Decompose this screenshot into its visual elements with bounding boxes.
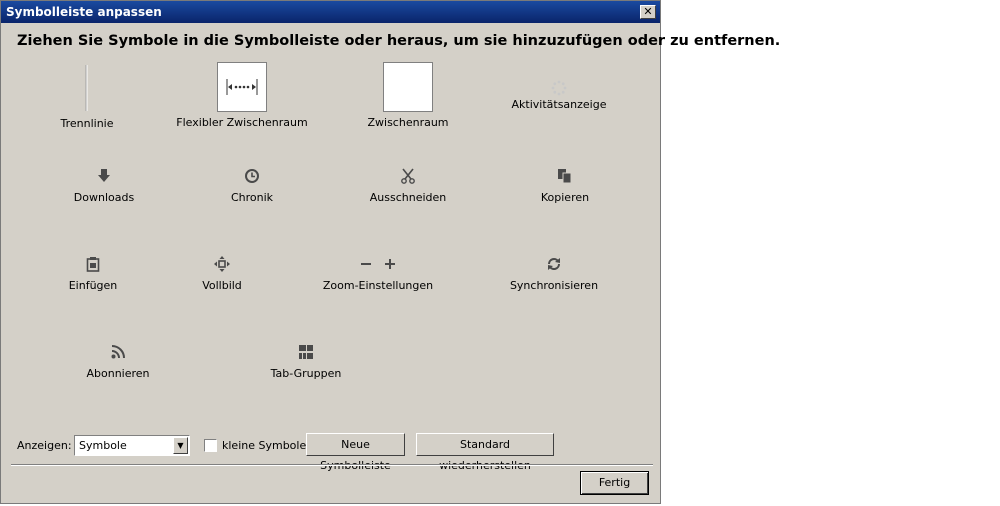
fullscreen-icon <box>214 256 230 272</box>
space-icon <box>383 62 433 112</box>
item-label: Chronik <box>230 191 274 204</box>
title-bar[interactable]: Symbolleiste anpassen ✕ <box>1 1 660 23</box>
item-label: Downloads <box>73 191 135 204</box>
item-label: Synchronisieren <box>509 279 599 292</box>
palette-item-copy[interactable]: Kopieren <box>490 168 640 204</box>
sync-icon <box>548 258 560 270</box>
palette-item-flexible-space[interactable]: Flexibler Zwischenraum <box>167 62 317 129</box>
palette-item-separator[interactable]: Trennlinie <box>12 63 162 130</box>
item-label: Flexibler Zwischenraum <box>176 116 308 129</box>
item-label: Aktivitätsanzeige <box>511 98 607 111</box>
palette-item-activity[interactable]: Aktivitätsanzeige <box>484 80 634 111</box>
footer-separator <box>11 464 653 466</box>
palette-item-paste[interactable]: Einfügen <box>18 256 168 292</box>
rss-feed-icon <box>111 345 125 359</box>
palette-item-space[interactable]: Zwischenraum <box>333 62 483 129</box>
palette-item-fullscreen[interactable]: Vollbild <box>147 256 297 292</box>
palette-item-subscribe[interactable]: Abonnieren <box>43 344 193 380</box>
small-icons-checkbox[interactable] <box>204 439 217 452</box>
separator-icon <box>85 65 88 111</box>
palette-item-downloads[interactable]: Downloads <box>29 168 179 204</box>
new-toolbar-button[interactable]: Neue Symbolleiste <box>306 433 405 472</box>
zoom-controls-icon <box>361 259 395 269</box>
item-label: Zwischenraum <box>367 116 449 129</box>
instruction-heading: Ziehen Sie Symbole in die Symbolleiste o… <box>17 33 781 49</box>
palette-item-sync[interactable]: Synchronisieren <box>479 256 629 292</box>
small-icons-label[interactable]: kleine Symbole <box>222 439 306 452</box>
download-arrow-icon <box>98 169 110 182</box>
show-label: Anzeigen: <box>17 439 72 452</box>
spinner-icon <box>551 80 567 96</box>
window-title: Symbolleiste anpassen <box>6 5 162 19</box>
dropdown-arrow-icon[interactable]: ▼ <box>173 437 188 454</box>
item-label: Abonnieren <box>86 367 150 380</box>
select-value: Symbole <box>79 439 127 452</box>
palette-item-zoom[interactable]: Zoom-Einstellungen <box>303 256 453 292</box>
item-label: Ausschneiden <box>369 191 447 204</box>
item-label: Vollbild <box>202 279 242 292</box>
clipboard-icon <box>86 257 100 272</box>
close-icon: ✕ <box>643 5 653 18</box>
customize-toolbar-dialog: Symbolleiste anpassen ✕ Ziehen Sie Symbo… <box>0 0 780 504</box>
palette-item-cut[interactable]: Ausschneiden <box>333 168 483 204</box>
palette-item-history[interactable]: Chronik <box>177 168 327 204</box>
item-label: Trennlinie <box>60 117 114 130</box>
item-label: Kopieren <box>540 191 590 204</box>
item-label: Einfügen <box>68 279 118 292</box>
show-mode-select[interactable]: Symbole ▼ <box>74 435 190 456</box>
item-label: Tab-Gruppen <box>270 367 342 380</box>
restore-default-button[interactable]: Standard wiederherstellen <box>416 433 554 472</box>
clock-icon <box>245 169 259 183</box>
item-label: Zoom-Einstellungen <box>322 279 434 292</box>
done-button[interactable]: Fertig <box>580 471 649 495</box>
copy-icon <box>558 169 572 184</box>
palette-item-tabgroups[interactable]: Tab-Gruppen <box>231 344 381 380</box>
close-button[interactable]: ✕ <box>640 5 656 19</box>
flexible-space-icon <box>217 62 267 112</box>
tab-groups-icon <box>299 345 313 359</box>
scissors-icon <box>401 168 415 184</box>
